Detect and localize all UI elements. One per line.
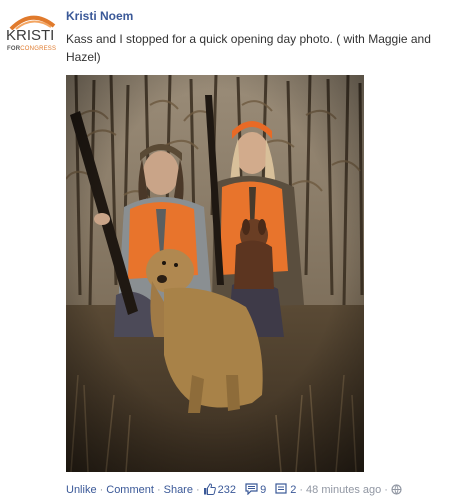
separator-dot: · bbox=[299, 484, 304, 496]
shares-count-button[interactable]: 2 bbox=[275, 483, 296, 496]
separator-dot: · bbox=[99, 484, 104, 496]
kristi-for-congress-logo[interactable]: KRISTI FORCONGRESS bbox=[6, 12, 58, 56]
likes-count-button[interactable]: 232 bbox=[203, 483, 236, 496]
share-icon bbox=[275, 483, 287, 494]
thumbs-up-icon bbox=[203, 483, 216, 495]
photo-two-women-hunting-with-dogs bbox=[66, 75, 364, 472]
logo-sub-suffix: CONGRESS bbox=[20, 46, 57, 52]
post-timestamp[interactable]: 48 minutes ago bbox=[306, 484, 381, 496]
separator-dot: · bbox=[156, 484, 161, 496]
comments-count-button[interactable]: 9 bbox=[245, 483, 266, 496]
share-link[interactable]: Share bbox=[164, 484, 193, 496]
author-name-link[interactable]: Kristi Noem bbox=[66, 9, 133, 24]
comment-link[interactable]: Comment bbox=[106, 484, 154, 496]
logo-sub-prefix: FOR bbox=[7, 46, 21, 52]
post-message: Kass and I stopped for a quick opening d… bbox=[66, 32, 431, 64]
feed-post: KRISTI FORCONGRESS Kristi Noem Kass and … bbox=[0, 0, 465, 496]
logo-wordmark: KRISTI bbox=[6, 27, 55, 44]
logo-subtitle: FORCONGRESS bbox=[7, 45, 56, 53]
likes-count: 232 bbox=[217, 484, 236, 496]
globe-icon[interactable] bbox=[391, 484, 402, 495]
separator-dot: · bbox=[195, 484, 200, 496]
unlike-link[interactable]: Unlike bbox=[66, 484, 97, 496]
post-photo[interactable] bbox=[66, 75, 364, 472]
comment-bubble-icon bbox=[245, 483, 258, 495]
separator-dot: · bbox=[384, 484, 388, 496]
